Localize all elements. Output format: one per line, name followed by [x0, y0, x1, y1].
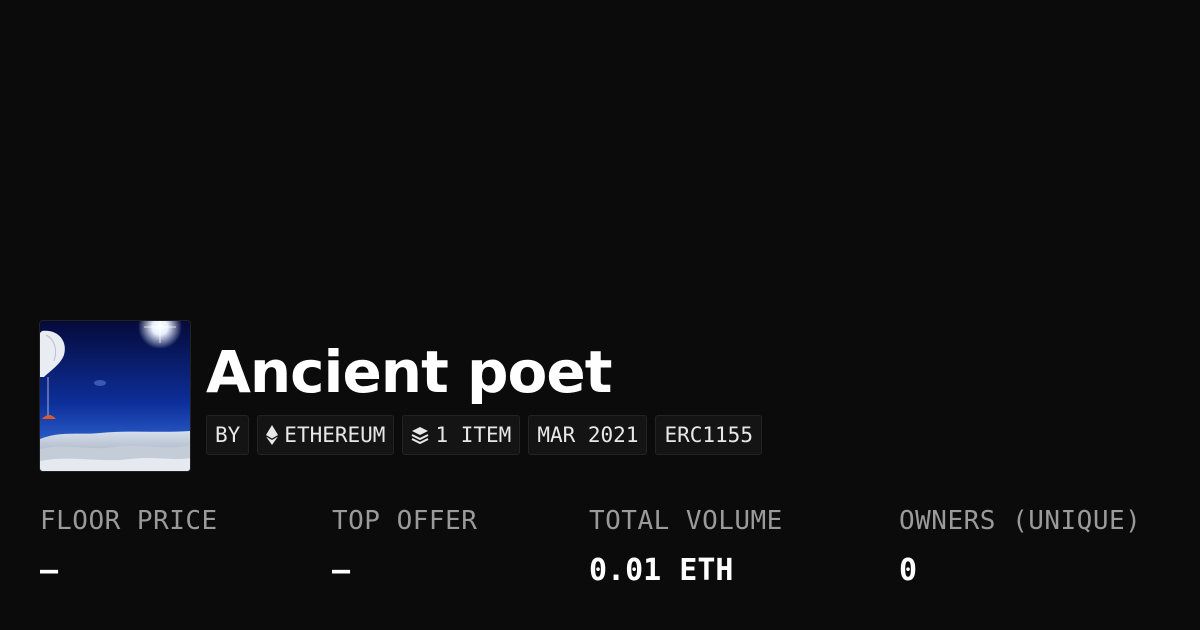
top-offer-label: TOP OFFER [332, 506, 478, 536]
collection-image[interactable] [40, 321, 190, 471]
collection-card: Ancient poet BY ETHEREUM 1 ITEM MAR 2021… [0, 0, 1200, 630]
total-volume-label: TOTAL VOLUME [589, 506, 783, 536]
floor-price-label: FLOOR PRICE [40, 506, 218, 536]
floor-price-stat: FLOOR PRICE – [40, 504, 218, 588]
total-volume-value: 0.01 ETH [589, 553, 734, 588]
floor-price-value: – [40, 553, 59, 588]
items-chip[interactable]: 1 ITEM [402, 415, 521, 455]
total-volume-stat: TOTAL VOLUME 0.01 ETH [589, 504, 783, 588]
layers-icon [411, 426, 429, 444]
collection-title: Ancient poet [206, 338, 612, 406]
items-label: 1 ITEM [435, 423, 512, 447]
owners-value: 0 [899, 553, 918, 588]
date-label: MAR 2021 [537, 423, 639, 447]
top-offer-stat: TOP OFFER – [332, 504, 477, 588]
owners-label: OWNERS (UNIQUE) [899, 506, 1142, 536]
owners-stat: OWNERS (UNIQUE) 0 [899, 504, 1141, 588]
top-offer-value: – [332, 553, 351, 588]
balloon-over-clouds-image [40, 321, 190, 471]
date-chip: MAR 2021 [528, 415, 648, 455]
creator-chip[interactable]: BY [206, 415, 250, 455]
by-label: BY [215, 423, 241, 447]
token-standard-chip: ERC1155 [655, 415, 762, 455]
collection-meta-chips: BY ETHEREUM 1 ITEM MAR 2021 ERC1155 [206, 415, 762, 455]
chain-chip[interactable]: ETHEREUM [257, 415, 395, 455]
ethereum-icon [266, 425, 279, 445]
token-standard-label: ERC1155 [664, 423, 753, 447]
chain-label: ETHEREUM [284, 423, 386, 447]
